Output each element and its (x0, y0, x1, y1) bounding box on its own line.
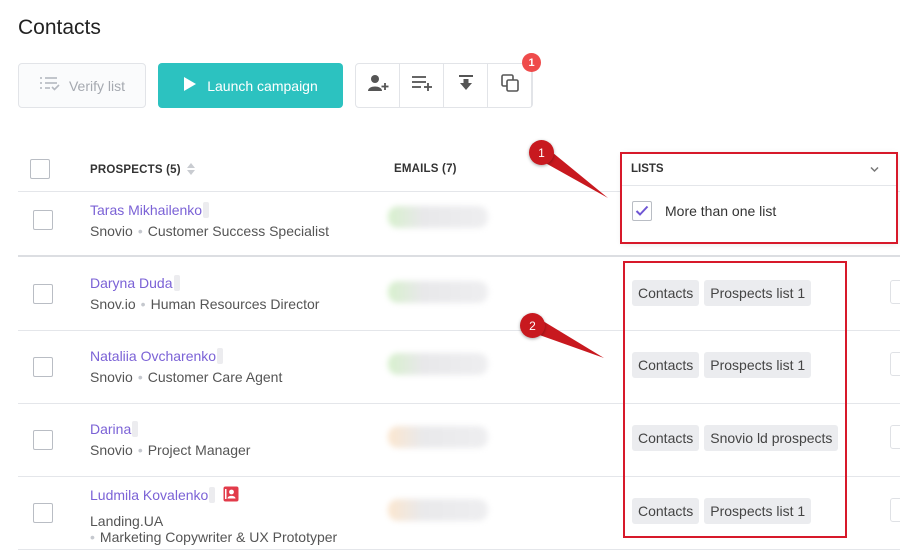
annotation-callout-2: 2 (520, 313, 545, 338)
annotation-callout-1: 1 (529, 140, 554, 165)
annotation-arrows (531, 148, 608, 358)
